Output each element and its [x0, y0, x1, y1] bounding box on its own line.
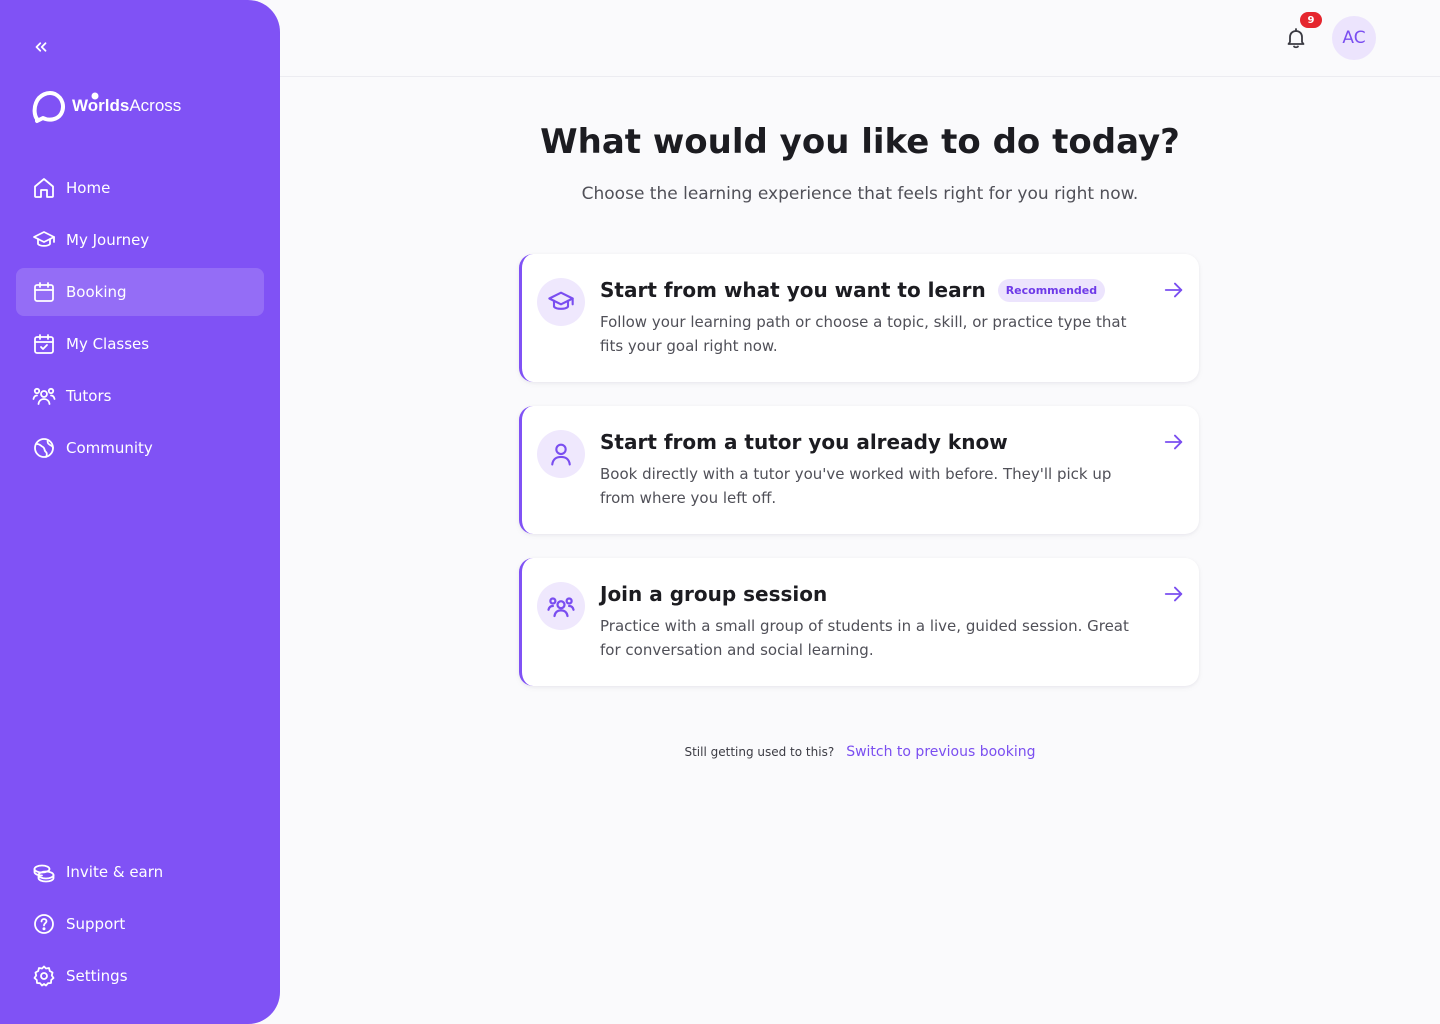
users-icon	[32, 387, 56, 405]
card-title-text: Start from what you want to learn	[600, 278, 986, 302]
avatar[interactable]: AC	[1332, 16, 1376, 60]
card-icon-container	[537, 430, 585, 478]
card-arrow-button[interactable]	[1160, 430, 1188, 454]
sidebar-item-label: Settings	[66, 967, 128, 985]
page-title: What would you like to do today?	[540, 122, 1180, 162]
sidebar: WorldsAcross Home My Journey Booking My …	[0, 0, 280, 1024]
globe-icon	[34, 438, 54, 458]
recommended-badge: Recommended	[997, 278, 1106, 302]
calendar-check-icon	[34, 334, 54, 354]
sidebar-item-support[interactable]: Support	[16, 900, 264, 948]
card-title: Start from a tutor you already know	[600, 430, 1008, 454]
card-icon-container	[537, 582, 585, 630]
brand-logo[interactable]: WorldsAcross	[32, 88, 181, 124]
option-card-tutor[interactable]: Start from a tutor you already know Book…	[519, 406, 1199, 534]
top-bar: 9 AC	[280, 0, 1440, 77]
sidebar-item-tutors[interactable]: Tutors	[16, 372, 264, 420]
arrow-right-icon	[1164, 282, 1183, 298]
option-card-group[interactable]: Join a group session Practice with a sma…	[519, 558, 1199, 686]
sidebar-item-community[interactable]: Community	[16, 424, 264, 472]
main-nav: Home My Journey Booking My Classes Tutor…	[16, 164, 264, 476]
footer-note: Still getting used to this?	[684, 745, 835, 759]
card-title: Start from what you want to learn Recomm…	[600, 278, 1106, 302]
coins-icon	[33, 864, 55, 883]
footer: Still getting used to this? Switch to pr…	[280, 744, 1440, 760]
sidebar-item-label: My Journey	[66, 231, 150, 249]
users-icon	[547, 597, 575, 618]
notifications-button[interactable]	[1282, 24, 1310, 52]
sidebar-item-booking[interactable]: Booking	[16, 268, 264, 316]
home-icon	[34, 178, 54, 198]
chevrons-left-icon	[35, 42, 47, 52]
card-arrow-button[interactable]	[1160, 582, 1188, 606]
card-arrow-button[interactable]	[1160, 278, 1188, 302]
sidebar-item-settings[interactable]: Settings	[16, 952, 264, 1000]
sidebar-item-invite-earn[interactable]: Invite & earn	[16, 848, 264, 896]
sidebar-item-my-classes[interactable]: My Classes	[16, 320, 264, 368]
sidebar-item-label: Community	[66, 439, 153, 457]
graduation-cap-icon	[548, 291, 574, 310]
card-description: Follow your learning path or choose a to…	[600, 313, 1127, 355]
card-title-text: Start from a tutor you already know	[600, 430, 1008, 454]
bell-icon	[1287, 28, 1305, 49]
sidebar-item-label: Invite & earn	[66, 863, 164, 881]
logo-text: WorldsAcross	[72, 96, 182, 115]
arrow-right-icon	[1164, 434, 1183, 450]
help-circle-icon	[34, 914, 54, 934]
sidebar-item-label: My Classes	[66, 335, 150, 353]
sidebar-item-label: Tutors	[66, 387, 112, 405]
sidebar-item-my-journey[interactable]: My Journey	[16, 216, 264, 264]
card-title: Join a group session	[600, 582, 827, 606]
graduation-cap-icon	[33, 231, 55, 247]
user-icon	[551, 443, 571, 466]
secondary-nav: Invite & earn Support Settings	[16, 848, 264, 1004]
card-icon-container	[537, 278, 585, 326]
switch-previous-booking-link[interactable]: Switch to previous booking	[846, 744, 1035, 760]
arrow-right-icon	[1164, 586, 1183, 602]
sidebar-item-label: Support	[66, 915, 126, 933]
collapse-sidebar-button[interactable]	[28, 34, 54, 60]
card-description: Practice with a small group of students …	[600, 617, 1129, 659]
page-subtitle: Choose the learning experience that feel…	[581, 184, 1139, 204]
gear-icon	[33, 965, 55, 987]
card-title-text: Join a group session	[600, 582, 828, 606]
logo-dot-icon	[91, 92, 99, 100]
sidebar-item-label: Booking	[66, 283, 127, 301]
notification-count-badge: 9	[1300, 12, 1322, 28]
card-description: Book directly with a tutor you've worked…	[600, 465, 1112, 507]
logo-icon	[32, 91, 65, 123]
calendar-icon	[34, 282, 54, 302]
sidebar-item-home[interactable]: Home	[16, 164, 264, 212]
option-card-learn[interactable]: Start from what you want to learn Recomm…	[519, 254, 1199, 382]
sidebar-item-label: Home	[66, 179, 111, 197]
